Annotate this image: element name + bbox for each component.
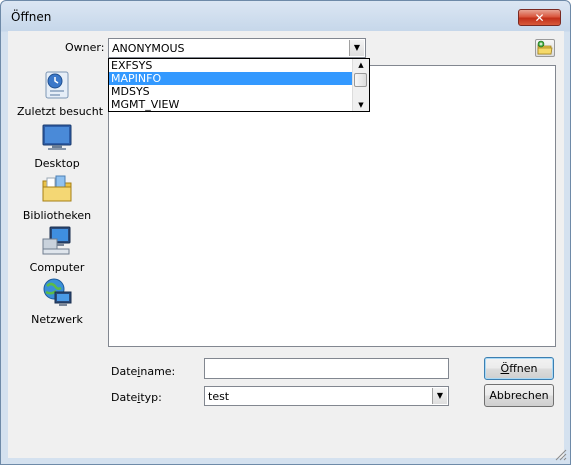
libraries-icon (42, 175, 72, 202)
place-label: Netzwerk (31, 313, 83, 326)
computer-icon (42, 226, 71, 255)
filetype-dropdown-arrow[interactable]: ▼ (432, 388, 447, 404)
owner-label: Owner: (65, 41, 105, 54)
new-folder-icon (537, 40, 553, 55)
owner-option-exfsys[interactable]: EXFSYS (109, 59, 369, 72)
place-computer[interactable]: Computer (17, 225, 97, 277)
place-label: Computer (29, 261, 85, 274)
cancel-button[interactable]: Abbrechen (484, 384, 554, 407)
owner-option-mdsys[interactable]: MDSYS (109, 85, 369, 98)
owner-dropdown[interactable]: ANONYMOUS ▼ (108, 38, 366, 58)
title-bar[interactable]: Öffnen ✕ (1, 1, 570, 31)
place-label: Desktop (34, 157, 80, 170)
owner-list-scrollbar[interactable]: ▲ ▼ (352, 59, 369, 111)
owner-option-mgmt-view[interactable]: MGMT_VIEW (109, 98, 369, 111)
close-icon: ✕ (534, 11, 545, 25)
owner-option-mapinfo[interactable]: MAPINFO (109, 72, 369, 85)
chevron-down-icon: ▼ (353, 43, 361, 52)
resize-grip-icon[interactable] (555, 449, 567, 461)
scroll-up-icon[interactable]: ▲ (354, 59, 368, 71)
scroll-down-icon[interactable]: ▼ (354, 99, 368, 111)
window-title: Öffnen (11, 10, 52, 24)
scrollbar-thumb[interactable] (354, 73, 367, 87)
filename-input[interactable] (204, 358, 449, 379)
owner-dropdown-list[interactable]: EXFSYS MAPINFO MDSYS MGMT_VIEW ▲ ▼ (108, 58, 370, 112)
place-desktop[interactable]: Desktop (17, 121, 97, 173)
owner-dropdown-arrow[interactable]: ▼ (349, 40, 364, 56)
close-button[interactable]: ✕ (518, 9, 561, 26)
network-icon (43, 278, 72, 306)
recent-places-icon (45, 71, 69, 99)
dialog-client-area: Owner: ANONYMOUS ▼ EXFSYS MAPINFO MDSYS … (8, 31, 564, 458)
place-recent[interactable]: Zuletzt besucht (17, 69, 104, 121)
new-folder-button[interactable] (535, 39, 555, 57)
desktop-icon (42, 124, 72, 150)
place-network[interactable]: Netzwerk (17, 277, 97, 329)
place-label: Zuletzt besucht (17, 105, 104, 118)
filetype-dropdown[interactable]: test ▼ (204, 386, 449, 406)
place-label: Bibliotheken (22, 209, 92, 222)
filetype-label: Dateityp: (111, 391, 162, 404)
filetype-value: test (208, 390, 230, 403)
filename-label: Dateiname: (111, 365, 176, 378)
owner-value: ANONYMOUS (112, 42, 185, 55)
place-libraries[interactable]: Bibliotheken (17, 173, 97, 225)
open-dialog-window: Öffnen ✕ Owner: ANONYMOUS ▼ EXFSYS MAPIN… (0, 0, 571, 465)
open-button[interactable]: Öffnen (484, 357, 554, 380)
chevron-down-icon: ▼ (436, 391, 444, 400)
